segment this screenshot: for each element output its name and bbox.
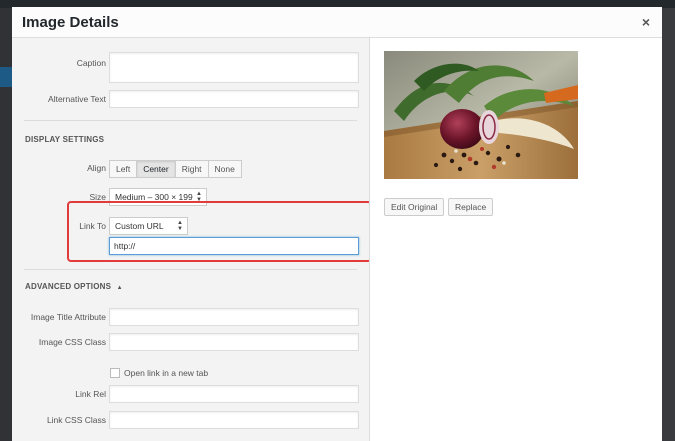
image-preview-pane: Edit Original Replace	[369, 38, 662, 441]
close-button[interactable]: ×	[636, 12, 656, 32]
divider	[24, 120, 357, 121]
divider	[24, 269, 357, 270]
triangle-up-icon: ▲	[116, 285, 123, 291]
image-thumbnail	[384, 51, 578, 179]
advanced-options-toggle[interactable]: ADVANCED OPTIONS ▲	[25, 282, 123, 291]
link-css-class-label: Link CSS Class	[46, 415, 106, 425]
title-attribute-label: Image Title Attribute	[30, 312, 106, 322]
replace-button[interactable]: Replace	[448, 198, 494, 216]
caption-label: Caption	[76, 58, 106, 68]
link-to-highlight-box	[67, 201, 372, 262]
display-settings-heading: DISPLAY SETTINGS	[25, 135, 105, 144]
food-photo-image	[384, 51, 578, 179]
align-none-button[interactable]: None	[207, 160, 242, 178]
advanced-options-heading: ADVANCED OPTIONS	[25, 282, 112, 291]
modal-title: Image Details	[22, 14, 119, 31]
edit-original-button[interactable]: Edit Original	[384, 198, 445, 216]
modal-header: Image Details ×	[12, 7, 662, 38]
link-rel-input[interactable]	[109, 385, 359, 403]
link-rel-label: Link Rel	[75, 389, 106, 399]
alt-text-label: Alternative Text	[48, 94, 106, 104]
title-attribute-input[interactable]	[109, 308, 359, 326]
image-css-class-label: Image CSS Class	[38, 337, 106, 347]
new-tab-label: Open link in a new tab	[124, 368, 209, 378]
align-center-button[interactable]: Center	[136, 160, 176, 178]
admin-background-right	[662, 8, 675, 441]
caption-textarea[interactable]	[109, 52, 359, 83]
new-tab-checkbox[interactable]	[110, 368, 120, 378]
align-button-group: Left Center Right None	[109, 160, 242, 178]
admin-sidebar-active-item	[0, 67, 12, 87]
alt-text-input[interactable]	[109, 90, 359, 108]
align-right-button[interactable]: Right	[174, 160, 209, 178]
image-css-class-input[interactable]	[109, 333, 359, 351]
image-details-modal: Image Details × Caption Alternative Text…	[12, 7, 662, 441]
align-left-button[interactable]: Left	[109, 160, 138, 178]
link-css-class-input[interactable]	[109, 411, 359, 429]
align-label: Align	[87, 163, 106, 173]
